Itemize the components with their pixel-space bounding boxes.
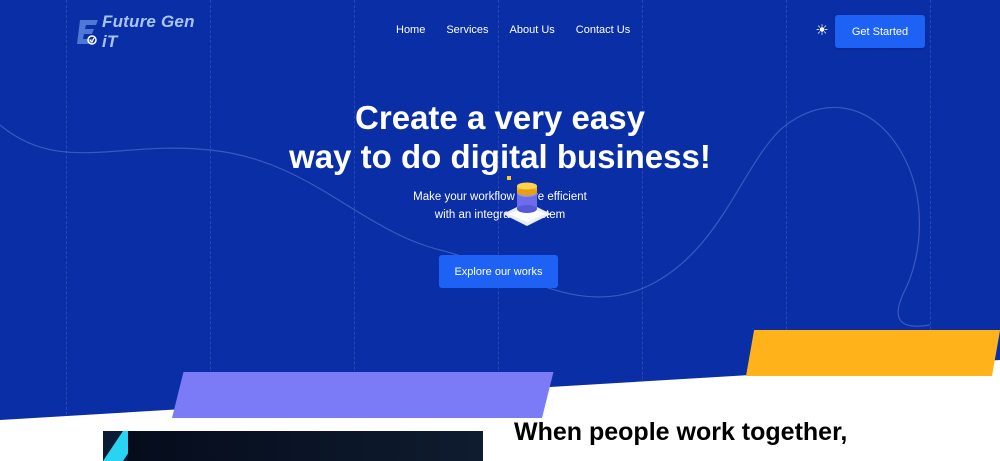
isometric-database-icon	[503, 176, 551, 226]
explore-works-button[interactable]: Explore our works	[439, 255, 558, 288]
media-card-image	[128, 431, 483, 461]
nav-item-about-us[interactable]: About Us	[510, 24, 555, 36]
purple-decor-shape	[172, 372, 554, 418]
sun-icon[interactable]: ☀	[814, 23, 830, 39]
nav-item-home[interactable]: Home	[396, 24, 425, 36]
top-navbar: Future Gen iT Home Services About Us Con…	[0, 0, 1000, 62]
brand-logo[interactable]: Future Gen iT	[76, 12, 196, 51]
brand-name: Future Gen iT	[102, 12, 195, 51]
nav-item-services[interactable]: Services	[446, 24, 488, 36]
headline-line-1: Create a very easy	[355, 99, 645, 136]
section-title: When people work together,	[514, 418, 848, 446]
yellow-decor-shape	[746, 330, 1000, 376]
logo-mark-icon	[76, 18, 100, 46]
headline-line-2: way to do digital business!	[289, 138, 711, 175]
hero-headline: Create a very easy way to do digital bus…	[0, 98, 1000, 176]
get-started-button[interactable]: Get Started	[835, 15, 925, 48]
nav-item-contact-us[interactable]: Contact Us	[576, 24, 630, 36]
main-menu: Home Services About Us Contact Us	[396, 24, 651, 36]
